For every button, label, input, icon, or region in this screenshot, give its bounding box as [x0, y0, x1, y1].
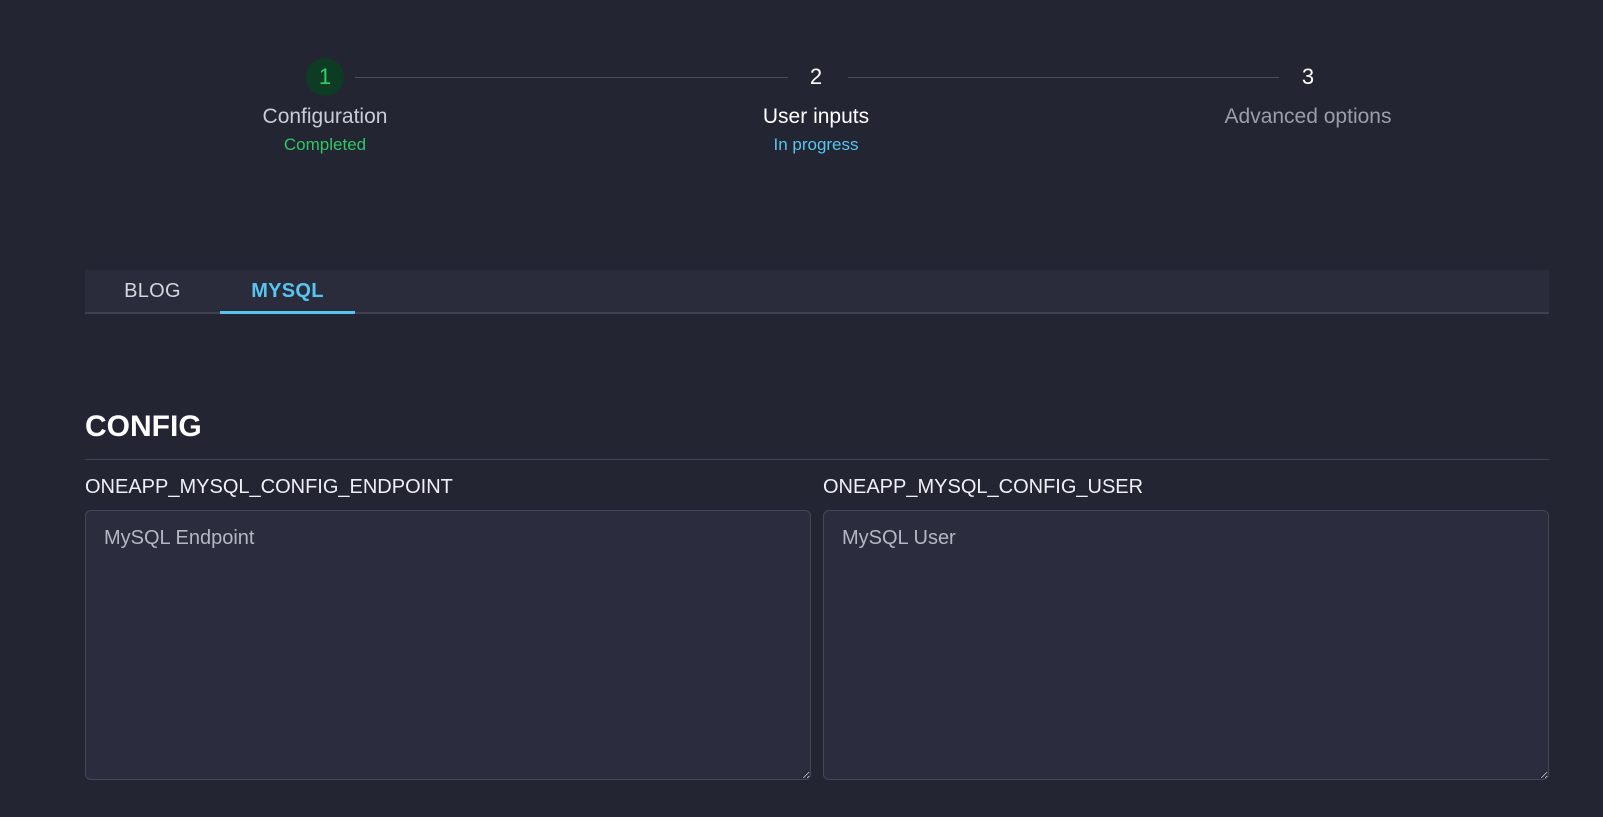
- tab-bar: BLOG MYSQL: [85, 270, 1549, 314]
- step-number-badge: 1: [306, 58, 344, 96]
- page: 1 Configuration Completed 2 User inputs …: [0, 0, 1603, 817]
- mysql-user-input[interactable]: [823, 510, 1549, 780]
- step-number-badge: 3: [1301, 64, 1315, 89]
- step-title: Advanced options: [1224, 105, 1392, 128]
- field-label: ONEAPP_MYSQL_CONFIG_USER: [823, 476, 1144, 498]
- tab-mysql[interactable]: MYSQL: [220, 270, 355, 314]
- mysql-endpoint-input[interactable]: [85, 510, 811, 780]
- section-divider: [85, 459, 1549, 460]
- section-title: CONFIG: [85, 410, 202, 443]
- tab-blog[interactable]: BLOG: [85, 270, 220, 312]
- step-advanced-options[interactable]: 3 Advanced options: [1178, 58, 1438, 129]
- mysql-endpoint-field: ONEAPP_MYSQL_CONFIG_ENDPOINT: [85, 474, 811, 780]
- step-number-badge: 2: [809, 64, 823, 89]
- step-user-inputs[interactable]: 2 User inputs In progress: [686, 58, 946, 156]
- field-label: ONEAPP_MYSQL_CONFIG_ENDPOINT: [85, 476, 453, 498]
- step-configuration[interactable]: 1 Configuration Completed: [195, 58, 455, 156]
- step-status: Completed: [283, 135, 367, 155]
- step-title: User inputs: [762, 105, 870, 128]
- step-status: In progress: [773, 135, 859, 155]
- step-title: Configuration: [262, 105, 388, 128]
- stepper: 1 Configuration Completed 2 User inputs …: [0, 0, 1603, 170]
- mysql-user-field: ONEAPP_MYSQL_CONFIG_USER: [823, 474, 1549, 780]
